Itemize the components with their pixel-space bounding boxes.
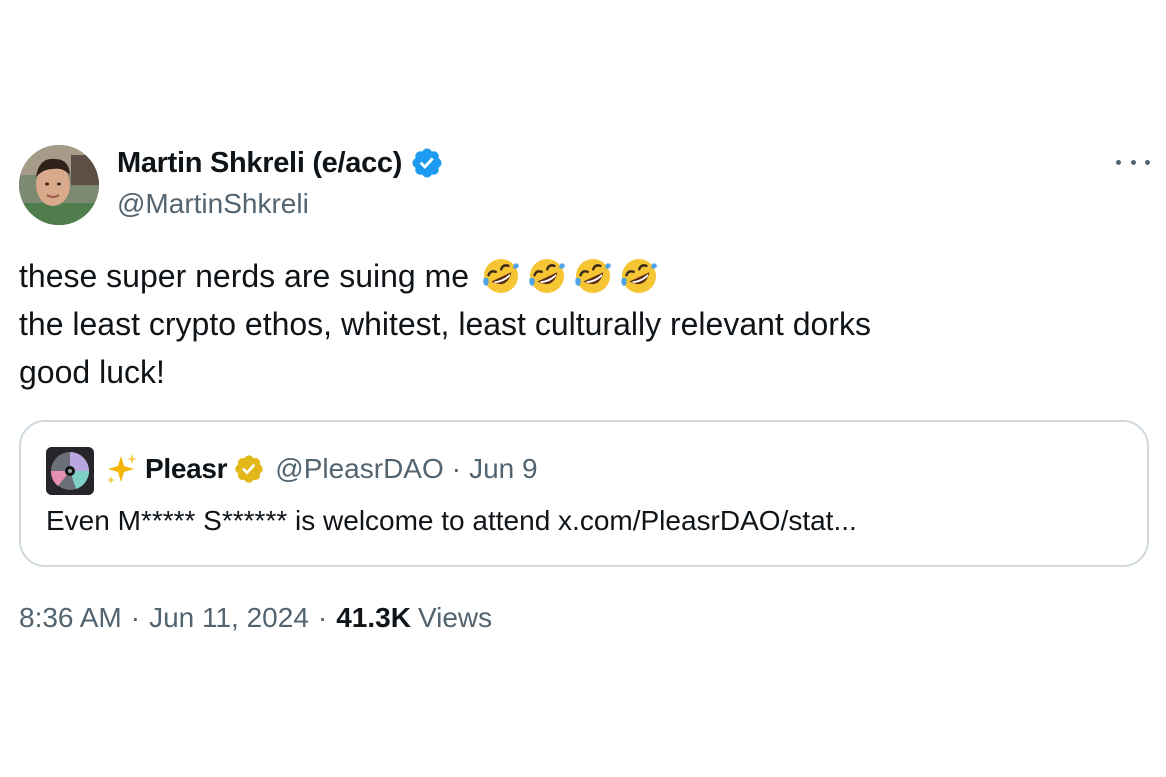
tweet-text: these super nerds are suing me the least… xyxy=(19,252,1129,396)
author-name-line[interactable]: Martin Shkreli (e/acc) xyxy=(117,146,444,180)
quoted-handle[interactable]: @PleasrDAO xyxy=(275,453,443,485)
tweet-meta: 8:36 AM · Jun 11, 2024 · 41.3K Views xyxy=(19,602,492,634)
tweet-line-2: the least crypto ethos, whitest, least c… xyxy=(19,306,871,342)
emoji-group xyxy=(469,256,659,296)
quoted-date[interactable]: Jun 9 xyxy=(469,453,538,485)
verified-badge-icon[interactable] xyxy=(410,146,444,180)
rolling-laughing-emoji-icon xyxy=(527,256,567,296)
more-options-icon[interactable] xyxy=(1116,150,1150,174)
sparkle-icon xyxy=(105,452,139,486)
quoted-tweet[interactable]: Pleasr @PleasrDAO · Jun 9 Even M***** S*… xyxy=(19,420,1149,567)
author-avatar[interactable] xyxy=(19,145,99,225)
views-label: Views xyxy=(417,602,493,633)
rolling-laughing-emoji-icon xyxy=(619,256,659,296)
quoted-header: Pleasr @PleasrDAO · Jun 9 xyxy=(105,452,538,486)
rolling-laughing-emoji-icon xyxy=(481,256,521,296)
tweet-line-3: good luck! xyxy=(19,354,165,390)
meta-separator-2: · xyxy=(317,602,328,633)
author-handle[interactable]: @MartinShkreli xyxy=(117,188,309,220)
tweet-date[interactable]: Jun 11, 2024 xyxy=(149,602,309,634)
quoted-separator: · xyxy=(451,453,462,484)
quoted-avatar[interactable] xyxy=(46,447,94,495)
tweet: Martin Shkreli (e/acc) @MartinShkreli th… xyxy=(0,0,1166,777)
quoted-name[interactable]: Pleasr xyxy=(145,453,228,485)
gold-verified-badge-icon xyxy=(233,453,265,485)
tweet-line-1-text: these super nerds are suing me xyxy=(19,258,470,294)
tweet-time[interactable]: 8:36 AM xyxy=(19,602,122,634)
views-count: 41.3K xyxy=(336,602,411,633)
quoted-text: Even M***** S****** is welcome to attend… xyxy=(46,505,857,536)
author-name[interactable]: Martin Shkreli (e/acc) xyxy=(117,147,402,180)
rolling-laughing-emoji-icon xyxy=(573,256,613,296)
meta-separator-1: · xyxy=(130,602,141,633)
tweet-line-1: these super nerds are suing me xyxy=(19,252,1129,300)
